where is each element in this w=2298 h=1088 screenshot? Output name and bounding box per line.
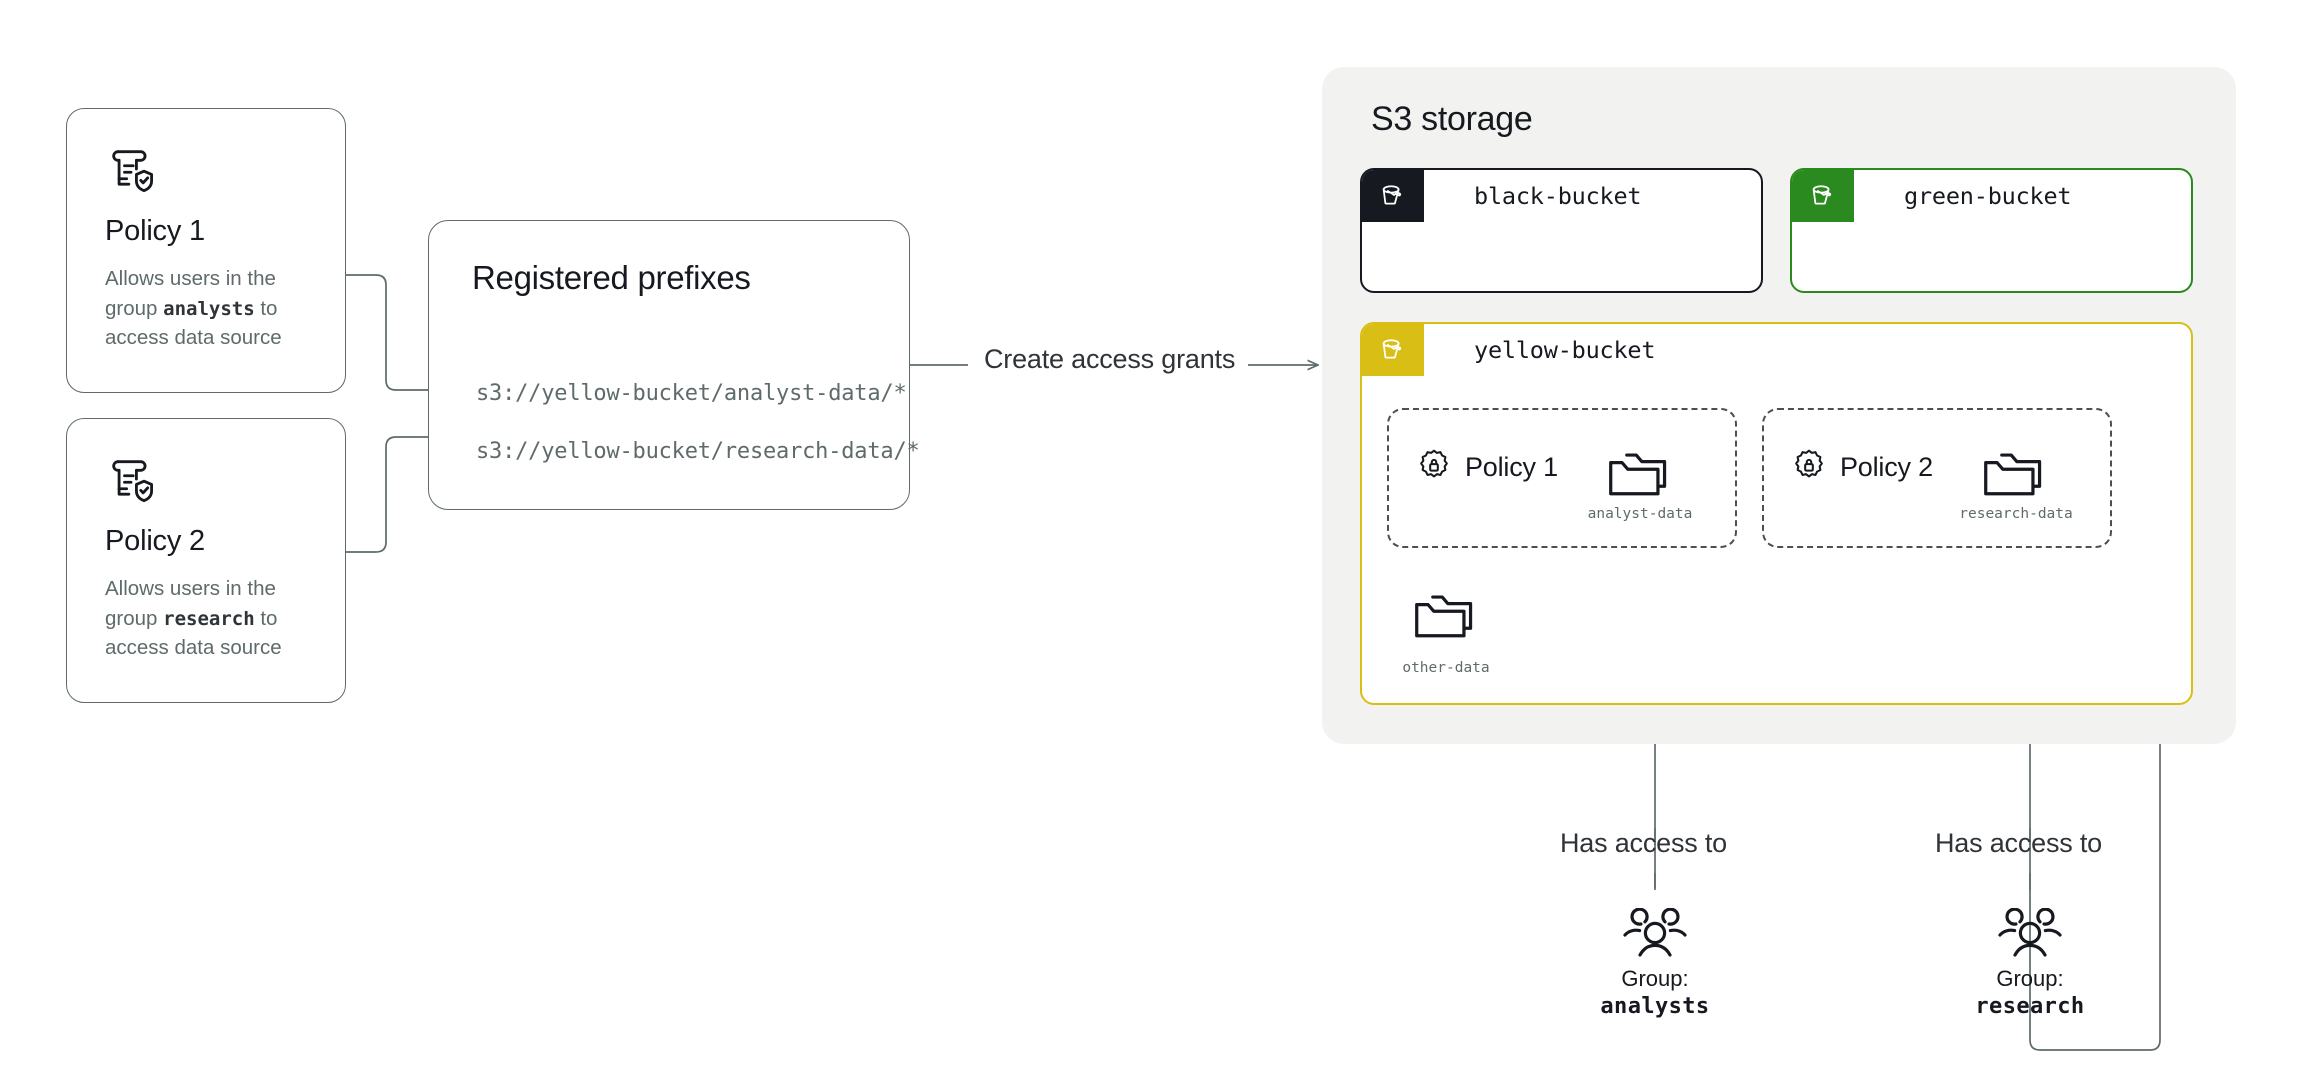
policy-card-2[interactable]: Policy 2 Allows users in the group resea… [66,418,346,703]
policy-group-title: Policy 2 [1840,452,1933,483]
folder-stack-icon [1412,586,1480,644]
diagram-canvas: Policy 1 Allows users in the group analy… [0,0,2298,1088]
has-access-to-label: Has access to [1935,828,2102,859]
folder-stack-icon [1606,444,1674,502]
group-label-name: research [1930,994,2130,1019]
create-access-grants-label: Create access grants [984,344,1235,375]
bucket-name: green-bucket [1854,170,2071,222]
bucket-color-chip [1362,170,1424,222]
policy-group-title: Policy 1 [1465,452,1558,483]
group-people-icon [1555,908,1755,960]
bucket-icon [1808,181,1838,211]
bucket-color-chip [1362,324,1424,376]
bucket-icon [1378,335,1408,365]
bucket-header: green-bucket [1792,170,2191,222]
group-label-prefix: Group: [1555,966,1755,992]
bucket-header: yellow-bucket [1362,324,2191,376]
bucket-color-chip [1792,170,1854,222]
group-node-research[interactable]: Group: research [1930,908,2130,1019]
group-label-name: analysts [1555,994,1755,1019]
bucket-name: black-bucket [1424,170,1641,222]
policy-title: Policy 1 [105,215,307,248]
policy-card-1[interactable]: Policy 1 Allows users in the group analy… [66,108,346,393]
bucket-name: yellow-bucket [1424,324,1655,376]
has-access-to-label: Has access to [1560,828,1727,859]
policy-group-1[interactable]: Policy 1 analyst-data [1387,408,1737,548]
group-label-prefix: Group: [1930,966,2130,992]
registered-prefix-item: s3://yellow-bucket/analyst-data/* [476,381,907,406]
bucket-icon [1378,181,1408,211]
bucket-header: black-bucket [1362,170,1761,222]
s3-storage-title: S3 storage [1371,100,1532,139]
registered-prefixes-title: Registered prefixes [472,259,751,297]
policy-description: Allows users in the group analysts to ac… [105,264,301,353]
bucket-black-bucket[interactable]: black-bucket [1360,168,1763,293]
registered-prefix-item: s3://yellow-bucket/research-data/* [476,439,920,464]
policy-document-shield-icon [105,143,307,195]
policy-seal-lock-icon [1417,448,1451,482]
policy-description: Allows users in the group research to ac… [105,574,301,663]
policy-title: Policy 2 [105,525,307,558]
policy-document-shield-icon [105,453,307,505]
folder-label: other-data [1390,660,1502,676]
group-people-icon [1930,908,2130,960]
folder-label: analyst-data [1584,506,1696,522]
group-node-analysts[interactable]: Group: analysts [1555,908,1755,1019]
registered-prefixes-card[interactable]: Registered prefixes s3://yellow-bucket/a… [428,220,910,510]
policy-seal-lock-icon [1792,448,1826,482]
policy-group-2[interactable]: Policy 2 research-data [1762,408,2112,548]
policy-desc-group: research [163,608,255,630]
policy-desc-group: analysts [163,298,255,320]
bucket-green-bucket[interactable]: green-bucket [1790,168,2193,293]
folder-label: research-data [1954,506,2078,522]
folder-stack-icon [1981,444,2049,502]
